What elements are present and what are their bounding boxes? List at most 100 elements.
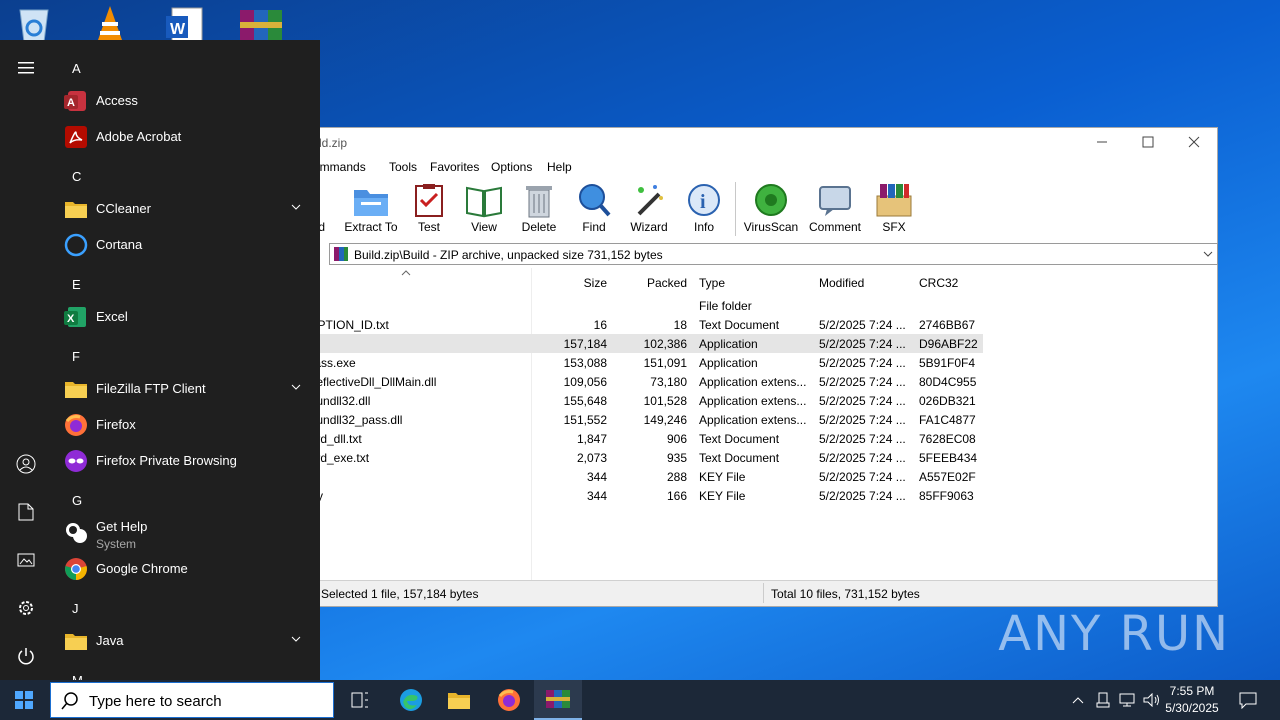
chevron-down-icon[interactable]	[290, 633, 302, 645]
taskbar-firefox[interactable]	[485, 680, 533, 720]
column-packed[interactable]: Packed	[613, 268, 691, 296]
cell-packed: 166	[666, 489, 687, 503]
winrar-icon[interactable]	[238, 4, 286, 42]
user-account-icon[interactable]	[14, 452, 38, 476]
documents-icon[interactable]	[14, 500, 38, 524]
sfx-button[interactable]: SFX	[864, 182, 924, 234]
letter-header-a[interactable]: A	[72, 61, 81, 76]
maximize-button[interactable]	[1125, 128, 1171, 156]
cell-modified: 5/2/2025 7:24 ...	[819, 356, 906, 370]
cell-packed: 288	[666, 470, 687, 484]
table-row[interactable]: exe157,184102,386Application5/2/2025 7:2…	[301, 334, 983, 353]
app-firefox[interactable]: Firefox	[52, 407, 320, 443]
find-button[interactable]: Find	[564, 182, 624, 234]
toolbar-separator	[735, 182, 736, 236]
close-button[interactable]	[1171, 128, 1217, 156]
column-crc32[interactable]: CRC32	[913, 268, 983, 296]
power-icon[interactable]	[14, 644, 38, 668]
menu-options[interactable]: Options	[491, 160, 532, 174]
wizard-button[interactable]: Wizard	[619, 182, 679, 234]
view-button[interactable]: View	[454, 182, 514, 234]
chevron-down-icon[interactable]	[1203, 249, 1213, 259]
letter-header-g[interactable]: G	[72, 493, 82, 508]
table-row[interactable]: RYPTION_ID.txt 16 18 Text Document 5/2/2025 …	[301, 315, 983, 334]
hamburger-icon[interactable]	[14, 56, 38, 80]
taskbar-winrar[interactable]	[534, 680, 582, 720]
cell-type: Text Document	[699, 318, 780, 332]
table-row[interactable]: key344288KEY File5/2/2025 7:24 ...A557E0…	[301, 467, 983, 486]
address-bar[interactable]: Build.zip\Build - ZIP archive, unpacked …	[329, 243, 1218, 265]
settings-gear-icon[interactable]	[14, 596, 38, 620]
vlc-icon[interactable]	[88, 4, 136, 42]
delete-button[interactable]: Delete	[509, 182, 569, 234]
volume-icon	[1143, 693, 1159, 707]
menu-favorites[interactable]: Favorites	[430, 160, 479, 174]
test-button[interactable]: Test	[399, 182, 459, 234]
table-row[interactable]: _ReflectiveDll_DllMain.dll 109,056 73,180 A…	[301, 372, 983, 391]
cell-type: Text Document	[699, 451, 780, 465]
table-row[interactable]: .key344166KEY File5/2/2025 7:24 ...85FF9…	[301, 486, 983, 505]
column-modified[interactable]: Modified	[813, 268, 911, 296]
letter-header-c[interactable]: C	[72, 169, 81, 184]
table-row[interactable]: File folder	[301, 296, 983, 315]
recycle-bin-icon[interactable]	[12, 4, 60, 43]
app-get-help[interactable]: Get Help System	[52, 515, 320, 555]
word-icon[interactable]: W	[162, 4, 210, 43]
minimize-button[interactable]	[1079, 128, 1125, 156]
info-icon: i	[688, 184, 720, 216]
app-ccleaner[interactable]: CCleaner	[52, 191, 320, 227]
tray-overflow-button[interactable]	[1066, 680, 1090, 720]
cell-crc32: A557E02F	[919, 470, 976, 484]
svg-text:X: X	[67, 313, 75, 325]
comment-button[interactable]: Comment	[805, 182, 865, 234]
pictures-icon[interactable]	[14, 548, 38, 572]
extract-to-button[interactable]: Extract To	[341, 182, 401, 234]
start-rail	[0, 40, 52, 680]
taskbar-edge[interactable]	[387, 680, 435, 720]
menu-commands[interactable]: ommands	[313, 160, 366, 174]
table-row[interactable]: _Rundll32_pass.dll 151,552 149,246 Applicat…	[301, 410, 983, 429]
table-row[interactable]: _pass.exe 153,088 151,091 Application 5/2/20…	[301, 353, 983, 372]
app-excel[interactable]: X Excel	[52, 299, 320, 335]
cell-size: 153,088	[563, 356, 607, 370]
app-cortana[interactable]: Cortana	[52, 227, 320, 263]
virusscan-button[interactable]: VirusScan	[741, 182, 801, 234]
tray-network-button[interactable]	[1115, 680, 1139, 720]
file-list[interactable]: Size Packed Type Modified CRC32 File fol…	[301, 268, 1217, 581]
svg-text:i: i	[700, 191, 706, 213]
info-button[interactable]: i Info	[674, 182, 734, 234]
task-view-button[interactable]	[336, 680, 384, 720]
table-row[interactable]: _Rundll32.dll 155,648 101,528 Application e…	[301, 391, 983, 410]
menu-tools[interactable]: Tools	[389, 160, 417, 174]
letter-header-f[interactable]: F	[72, 349, 80, 364]
search-box[interactable]: Type here to search	[50, 682, 334, 718]
tray-usb-button[interactable]	[1092, 680, 1114, 720]
chevron-down-icon[interactable]	[290, 381, 302, 393]
app-access[interactable]: A Access	[52, 83, 320, 119]
start-button[interactable]	[0, 680, 48, 720]
taskbar-file-explorer[interactable]	[435, 680, 483, 720]
cell-name: _ReflectiveDll_DllMain.dll	[301, 375, 437, 389]
menu-help[interactable]: Help	[547, 160, 572, 174]
action-center-button[interactable]	[1226, 680, 1270, 720]
cell-packed: 906	[666, 432, 687, 446]
column-size[interactable]: Size	[533, 268, 611, 296]
letter-header-e[interactable]: E	[72, 277, 81, 292]
cell-modified: 5/2/2025 7:24 ...	[819, 432, 906, 446]
table-row[interactable]: word_exe.txt 2,073 935 Text Document 5/2/202…	[301, 448, 983, 467]
column-type[interactable]: Type	[693, 268, 811, 296]
app-adobe-acrobat[interactable]: Adobe Acrobat	[52, 119, 320, 155]
letter-header-m[interactable]: M	[72, 673, 83, 680]
sfx-icon	[876, 184, 912, 217]
app-google-chrome[interactable]: Google Chrome	[52, 551, 320, 587]
app-firefox-private[interactable]: Firefox Private Browsing	[52, 443, 320, 479]
table-row[interactable]: word_dll.txt 1,847 906 Text Document 5/2/202…	[301, 429, 983, 448]
app-filezilla[interactable]: FileZilla FTP Client	[52, 371, 320, 407]
letter-header-j[interactable]: J	[72, 601, 79, 616]
chevron-down-icon[interactable]	[290, 201, 302, 213]
title-bar[interactable]: ld.zip	[301, 128, 1217, 156]
get-help-icon	[66, 523, 87, 543]
winrar-window[interactable]: ld.zip ommands Tools Favorites Options H…	[300, 127, 1218, 607]
app-java[interactable]: Java	[52, 623, 320, 659]
clock[interactable]: 7:55 PM 5/30/2025	[1160, 684, 1224, 715]
